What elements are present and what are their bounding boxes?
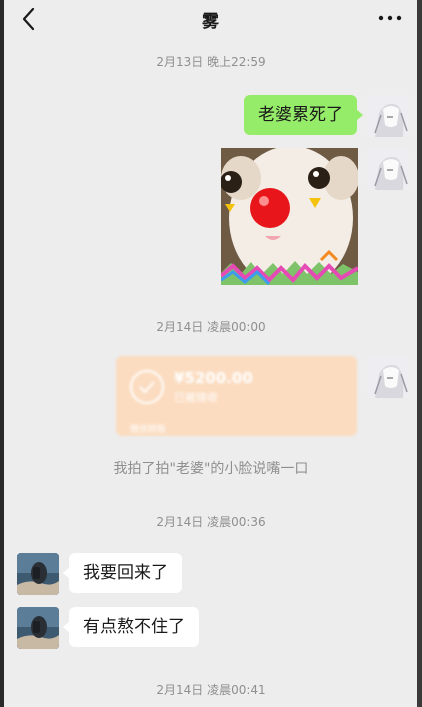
message-bubble-self[interactable]: 老婆累死了 xyxy=(244,95,363,135)
transfer-card[interactable]: ¥5200.00 已被接收 微信转账 xyxy=(116,356,357,436)
chat-header: 雾 xyxy=(4,0,417,38)
message-bubble-contact[interactable]: 我要回来了 xyxy=(63,553,182,593)
pat-system-message: 我拍了拍"老婆"的小脸说嘴一口 xyxy=(113,461,309,477)
timestamp: 2月13日 晚上22:59 xyxy=(156,55,266,69)
transfer-amount: ¥5200.00 xyxy=(174,369,253,387)
left-edge xyxy=(0,0,4,707)
more-button[interactable] xyxy=(377,8,403,28)
timestamp: 2月14日 凌晨00:00 xyxy=(156,320,266,334)
more-dots-icon xyxy=(378,15,402,21)
timestamp: 2月14日 凌晨00:41 xyxy=(156,683,266,697)
transfer-footer: 微信转账 xyxy=(130,425,167,435)
sticker-image[interactable] xyxy=(221,148,358,285)
timestamp: 2月14日 凌晨00:36 xyxy=(156,515,266,529)
message-bubble-contact[interactable]: 有点熬不住了 xyxy=(63,607,199,647)
avatar-contact[interactable] xyxy=(17,607,59,649)
avatar-contact[interactable] xyxy=(17,553,59,595)
transfer-status: 已被接收 xyxy=(174,391,218,404)
chat-title: 雾 xyxy=(202,12,219,32)
avatar-self[interactable] xyxy=(367,95,409,137)
check-circle-icon xyxy=(130,370,164,404)
avatar-self[interactable] xyxy=(367,356,409,398)
right-edge xyxy=(417,0,422,707)
avatar-self[interactable] xyxy=(367,148,409,190)
